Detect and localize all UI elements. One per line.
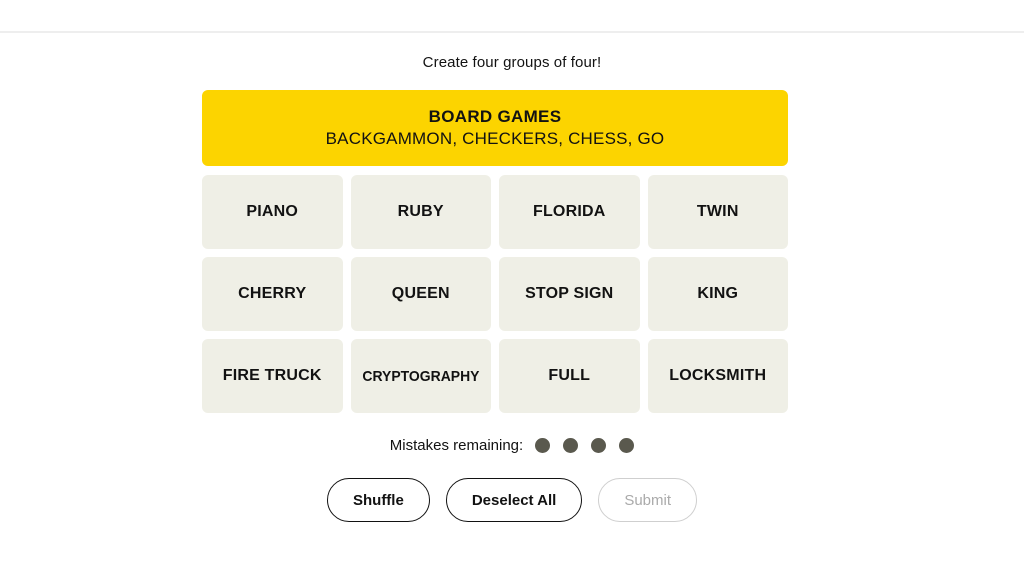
tile-stop-sign[interactable]: STOP SIGN	[499, 257, 640, 331]
tile-label: TWIN	[696, 203, 739, 220]
solved-group-members: BACKGAMMON, CHECKERS, CHESS, GO	[325, 129, 665, 148]
mistake-dot	[535, 438, 551, 453]
mistake-dot	[563, 438, 579, 453]
tile-piano[interactable]: PIANO	[202, 175, 343, 249]
solved-group-title: BOARD GAMES	[428, 107, 562, 127]
tile-label: RUBY	[397, 203, 444, 220]
tile-cryptography[interactable]: CRYPTOGRAPHY	[350, 339, 491, 413]
submit-button[interactable]: Submit	[598, 478, 698, 522]
tile-label: STOP SIGN	[525, 285, 614, 302]
tile-label: FIRE TRUCK	[222, 367, 322, 384]
tile-label: CHERRY	[238, 285, 307, 302]
shuffle-button[interactable]: Shuffle	[326, 478, 430, 522]
tile-queen[interactable]: QUEEN	[350, 257, 491, 331]
tile-label: CRYPTOGRAPHY	[362, 367, 480, 385]
tile-florida[interactable]: FLORIDA	[499, 175, 640, 249]
tile-ruby[interactable]: RUBY	[350, 175, 491, 249]
tile-label: QUEEN	[391, 285, 450, 302]
tile-fire-truck[interactable]: FIRE TRUCK	[202, 339, 343, 413]
tile-king[interactable]: KING	[647, 257, 788, 331]
tile-label: LOCKSMITH	[669, 367, 767, 384]
connections-game: Create four groups of four! BOARD GAMES …	[0, 0, 1024, 576]
tile-label: KING	[697, 285, 739, 302]
tile-cherry[interactable]: CHERRY	[202, 257, 343, 331]
mistake-dots	[535, 438, 635, 453]
tile-full[interactable]: FULL	[499, 339, 640, 413]
mistakes-remaining: Mistakes remaining:	[0, 437, 1024, 454]
tile-label: PIANO	[246, 203, 299, 220]
mistakes-label: Mistakes remaining:	[389, 437, 524, 454]
page-subtitle: Create four groups of four!	[422, 54, 602, 71]
tile-label: FULL	[548, 367, 591, 384]
tile-locksmith[interactable]: LOCKSMITH	[647, 339, 788, 413]
game-board: BOARD GAMES BACKGAMMON, CHECKERS, CHESS,…	[202, 90, 788, 413]
action-buttons: Shuffle Deselect All Submit	[0, 478, 1024, 522]
mistake-dot	[619, 438, 635, 453]
tile-grid: PIANO RUBY FLORIDA TWIN CHERRY QUEEN STO…	[202, 175, 788, 413]
solved-group-board-games: BOARD GAMES BACKGAMMON, CHECKERS, CHESS,…	[202, 90, 788, 166]
mistake-dot	[591, 438, 607, 453]
tile-twin[interactable]: TWIN	[647, 175, 788, 249]
deselect-all-button[interactable]: Deselect All	[445, 478, 583, 522]
header-divider	[0, 31, 1024, 33]
tile-label: FLORIDA	[532, 203, 606, 220]
